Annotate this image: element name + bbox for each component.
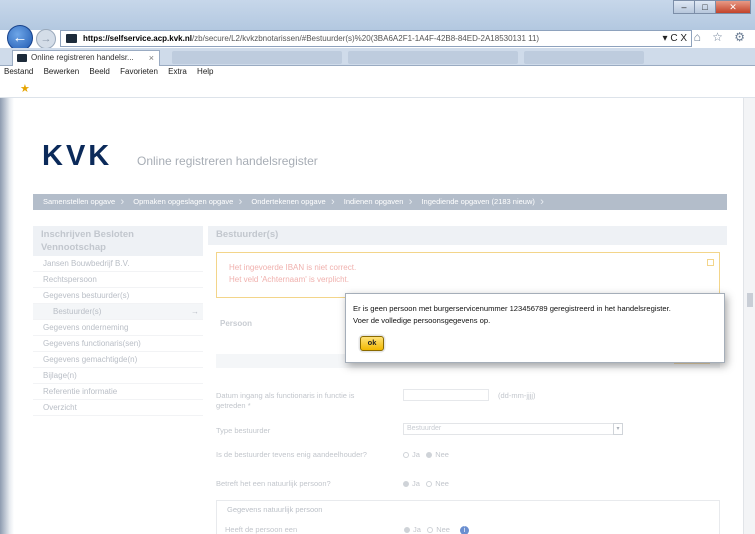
person-section-label: Persoon xyxy=(220,319,253,328)
tab-title: Online registreren handelsr... xyxy=(31,53,134,62)
tab-active[interactable]: Online registreren handelsr... × xyxy=(12,50,160,66)
sidebar-item[interactable]: Gegevens onderneming xyxy=(33,320,203,336)
address-url[interactable]: https://selfservice.acp.kvk.nl/zb/secure… xyxy=(83,34,539,43)
radio-ja[interactable] xyxy=(403,481,409,488)
tab-favicon-icon xyxy=(17,54,27,62)
sidebar-item[interactable]: Jansen Bouwbedrijf B.V. xyxy=(33,256,203,272)
type-label: Type bestuurder xyxy=(216,426,271,435)
radio-nee[interactable] xyxy=(426,452,433,459)
menu-help[interactable]: Help xyxy=(193,66,217,77)
section-heading: Bestuurder(s) xyxy=(208,226,727,245)
sidebar-arrow-icon: → xyxy=(191,307,199,316)
step-ingediend[interactable]: Ingediende opgaven (2183 nieuw) xyxy=(411,194,544,210)
error-panel: Het ingevoerde IBAN is niet correct. Het… xyxy=(216,252,720,298)
step-ondertekenen[interactable]: Ondertekenen opgave xyxy=(241,194,334,210)
sidebar-item[interactable]: Gegevens bestuurder(s) xyxy=(33,288,203,304)
sidebar-item[interactable]: Gegevens gemachtigde(n) xyxy=(33,352,203,368)
menu-extra[interactable]: Extra xyxy=(164,66,191,77)
sidebar-item-active[interactable]: Bestuurder(s) → xyxy=(33,304,203,320)
chevron-down-icon[interactable]: ▾ xyxy=(613,423,623,435)
back-arrow-icon: ← xyxy=(12,29,28,46)
error-message: Het ingevoerde IBAN is niet correct. xyxy=(229,263,357,272)
address-bar[interactable]: https://selfservice.acp.kvk.nl/zb/secure… xyxy=(60,30,692,47)
maximize-button[interactable]: □ xyxy=(694,0,716,14)
date-input[interactable] xyxy=(403,389,489,401)
radio-ja[interactable] xyxy=(404,527,410,534)
radio-ja[interactable] xyxy=(403,452,409,459)
alert-dialog: Er is geen persoon met burgerservicenumm… xyxy=(345,293,725,363)
close-window-button[interactable]: ✕ xyxy=(715,0,751,14)
step-samenstellen[interactable]: Samenstellen opgave xyxy=(33,194,124,210)
sidebar-item[interactable]: Gegevens functionaris(sen) xyxy=(33,336,203,352)
menu-bewerken[interactable]: Bewerken xyxy=(40,66,84,77)
sidebar-item[interactable]: Overzicht xyxy=(33,400,203,416)
error-close-icon[interactable] xyxy=(707,259,714,266)
fieldset-title: Gegevens natuurlijk persoon xyxy=(227,505,323,514)
page-title: Online registreren handelsregister xyxy=(137,154,318,168)
browser-titlebar: – □ ✕ xyxy=(0,0,755,30)
natural-person-label: Betreft het een natuurlijk persoon? xyxy=(216,479,331,488)
ok-button[interactable]: ok xyxy=(360,336,384,351)
bsn-options: Ja Nee i xyxy=(404,525,470,534)
info-icon[interactable]: i xyxy=(460,525,470,534)
natural-person-options: Ja Nee xyxy=(403,479,449,488)
forward-arrow-icon: → xyxy=(40,33,52,45)
sidebar-item[interactable]: Rechtspersoon xyxy=(33,272,203,288)
sidebar-item[interactable]: Referentie informatie xyxy=(33,384,203,400)
step-opmaken[interactable]: Opmaken opgeslagen opgave xyxy=(123,194,242,210)
date-label: Datum ingang als functionaris in functie… xyxy=(216,391,355,410)
header-right-faint xyxy=(683,154,731,176)
sidebar-heading: Inschrijven Besloten Vennootschap xyxy=(33,226,203,256)
radio-nee[interactable] xyxy=(426,481,433,488)
date-hint: (dd-mm-jjjj) xyxy=(498,391,536,400)
forward-button[interactable]: → xyxy=(36,29,56,49)
main-content: Bestuurder(s) Het ingevoerde IBAN is nie… xyxy=(208,226,727,534)
tab-strip: Online registreren handelsr... × xyxy=(0,48,755,66)
kvk-logo[interactable]: KVK xyxy=(42,140,112,173)
browser-toolbar-icons[interactable]: ⌂ ☆ ⚙ xyxy=(694,30,749,44)
radio-nee[interactable] xyxy=(427,527,434,534)
menu-bar: Bestand Bewerken Beeld Favorieten Extra … xyxy=(0,66,755,80)
bsn-label: Heeft de persoon een xyxy=(225,525,298,534)
sidebar: Inschrijven Besloten Vennootschap Jansen… xyxy=(33,226,203,416)
type-select[interactable]: Bestuurder ▾ xyxy=(403,423,623,435)
address-tools[interactable]: ▾ C X xyxy=(663,33,687,44)
step-indienen[interactable]: Indienen opgaven xyxy=(334,194,412,210)
sole-shareholder-options: Ja Nee xyxy=(403,450,449,459)
window-controls: – □ ✕ xyxy=(673,0,751,14)
tab-blurred[interactable] xyxy=(524,51,644,64)
menu-beeld[interactable]: Beeld xyxy=(85,66,113,77)
menu-favorieten[interactable]: Favorieten xyxy=(116,66,162,77)
minimize-button[interactable]: – xyxy=(673,0,695,14)
page-scrollbar[interactable] xyxy=(743,98,755,534)
tab-blurred[interactable] xyxy=(172,51,342,64)
favorites-bar: ★ xyxy=(0,80,755,98)
process-steps: Samenstellen opgave Opmaken opgeslagen o… xyxy=(33,194,727,210)
dialog-message: Er is geen persoon met burgerservicenumm… xyxy=(353,304,671,325)
site-favicon-icon xyxy=(66,34,77,43)
page-left-edge xyxy=(0,98,14,534)
favorites-star-icon[interactable]: ★ xyxy=(20,82,30,95)
menu-bestand[interactable]: Bestand xyxy=(0,66,37,77)
error-message: Het veld 'Achternaam' is verplicht. xyxy=(229,275,349,284)
natural-person-fieldset: Gegevens natuurlijk persoon Heeft de per… xyxy=(216,500,720,534)
scrollbar-thumb[interactable] xyxy=(747,293,753,307)
sidebar-item[interactable]: Bijlage(n) xyxy=(33,368,203,384)
sole-shareholder-label: Is de bestuurder tevens enig aandeelhoud… xyxy=(216,450,367,459)
tab-blurred[interactable] xyxy=(348,51,518,64)
tab-close-icon[interactable]: × xyxy=(149,51,154,65)
